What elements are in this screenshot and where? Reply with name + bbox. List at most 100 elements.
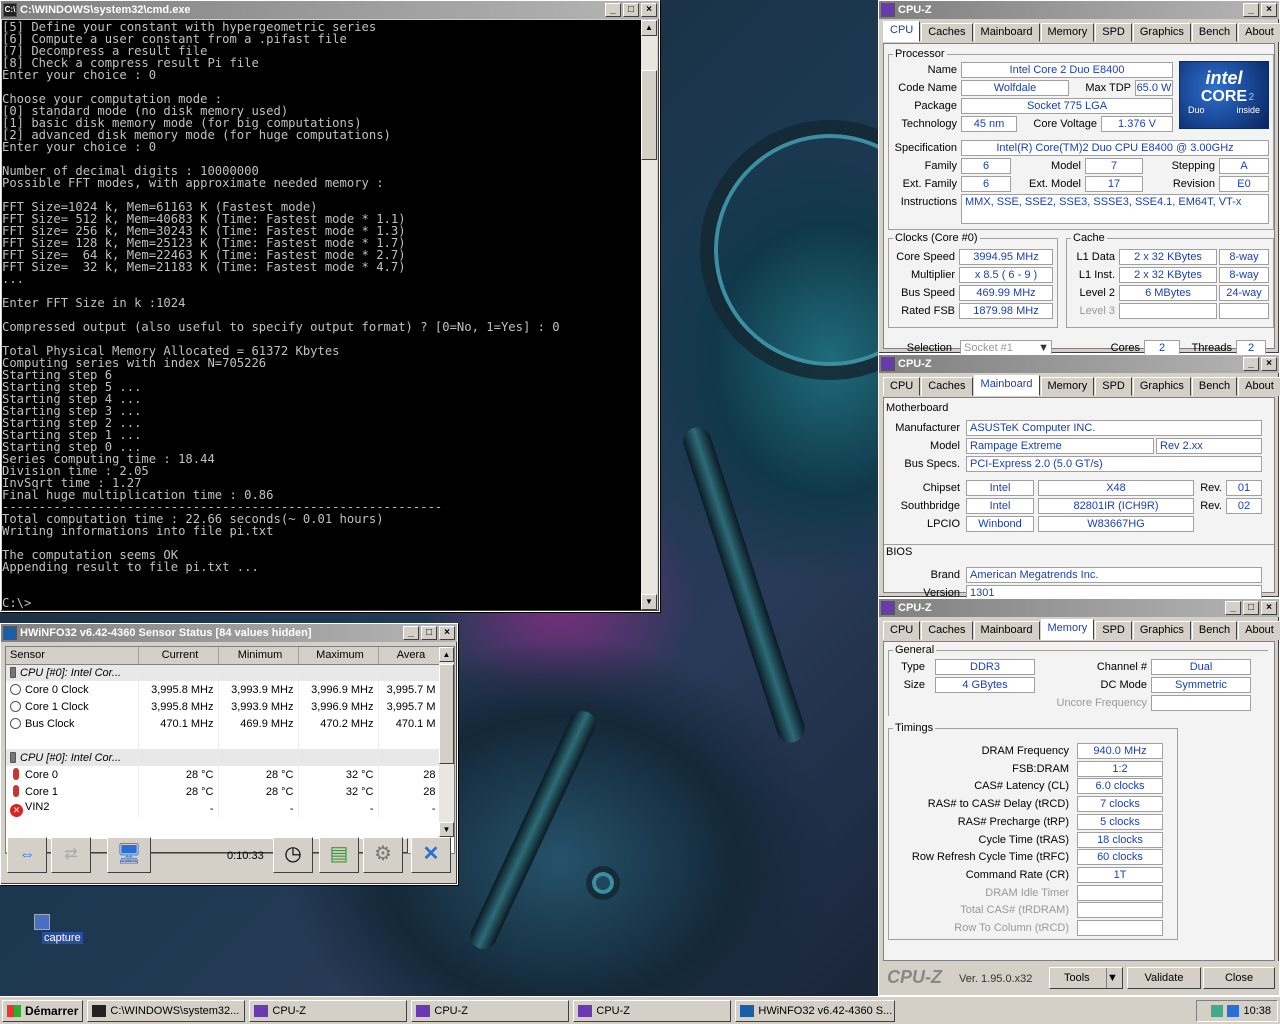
tray-clock[interactable]: 10:38 <box>1243 1005 1271 1017</box>
tab-about[interactable]: About <box>1238 377 1280 396</box>
tab-mainboard[interactable]: Mainboard <box>973 375 1040 396</box>
table-row[interactable]: Core 0 28 °C 28 °C 32 °C 28 <box>6 766 441 783</box>
tab-cpu[interactable]: CPU <box>883 621 921 640</box>
tab-memory[interactable]: Memory <box>1040 23 1095 42</box>
close-button[interactable]: × <box>1261 3 1277 17</box>
field-label: Threads <box>1191 342 1232 354</box>
start-button[interactable]: Démarrer <box>2 999 84 1022</box>
minimize-button[interactable]: _ <box>1243 357 1259 371</box>
column-header[interactable]: Minimum <box>218 647 299 665</box>
minimize-button[interactable]: _ <box>605 3 621 17</box>
tab-bench[interactable]: Bench <box>1191 621 1238 640</box>
log-file-icon[interactable]: ▤ <box>319 837 359 873</box>
scroll-thumb[interactable] <box>641 70 657 160</box>
sensor-table[interactable]: Sensor Current Minimum Maximum Avera CPU [#0… <box>5 646 455 854</box>
tab-spd[interactable]: SPD <box>1095 621 1132 640</box>
tab-spd[interactable]: SPD <box>1095 377 1132 396</box>
tools-button[interactable]: Tools ▼ <box>1049 967 1123 989</box>
close-button[interactable]: × <box>1261 357 1277 371</box>
tab-mainboard[interactable]: Mainboard <box>973 621 1040 640</box>
close-x-icon[interactable]: ✕ <box>411 837 451 873</box>
maximize-button[interactable]: □ <box>623 3 639 17</box>
minimize-button[interactable]: _ <box>1225 601 1241 615</box>
maximize-button[interactable]: □ <box>421 626 437 640</box>
tab-caches[interactable]: Caches <box>921 621 973 640</box>
column-header[interactable]: Maximum <box>298 647 379 665</box>
console-output[interactable]: [5] Define your constant with hypergeome… <box>2 20 642 610</box>
tab-bench[interactable]: Bench <box>1191 23 1238 42</box>
table-row[interactable]: Core 1 28 °C 28 °C 32 °C 28 <box>6 783 441 800</box>
hwinfo-titlebar[interactable]: HWiNFO32 v6.42-4360 Sensor Status [84 va… <box>1 624 457 642</box>
tab-about[interactable]: About <box>1238 621 1280 640</box>
tab-mainboard[interactable]: Mainboard <box>973 23 1040 42</box>
cmd-scrollbar[interactable]: ▲ ▼ <box>641 20 657 610</box>
validate-button[interactable]: Validate <box>1127 967 1201 989</box>
desktop-icon-capture[interactable]: capture <box>18 914 83 944</box>
timing-value: 940.0 MHz <box>1077 743 1163 759</box>
scroll-up-arrow-icon[interactable]: ▲ <box>641 20 657 36</box>
cpuz-memory-window[interactable]: CPU-Z _ □ × CPU Caches Mainboard Memory … <box>878 598 1280 996</box>
table-row[interactable]: ✕ VIN2- - - - <box>6 800 441 817</box>
column-header[interactable]: Sensor <box>6 647 139 665</box>
sensor-vscroll[interactable]: ▲ ▼ <box>439 647 454 837</box>
windows-logo-icon <box>7 1004 21 1017</box>
cmd-window[interactable]: C:\ C:\WINDOWS\system32\cmd.exe _ □ × [5… <box>0 0 660 612</box>
taskbar-item-cpuz[interactable]: CPU-Z <box>573 999 732 1022</box>
hwinfo-tray-icon[interactable] <box>1227 1005 1240 1017</box>
table-row[interactable]: Bus Clock 470.1 MHz 469.9 MHz 470.2 MHz 470.… <box>6 715 441 732</box>
taskbar-item-hwinfo[interactable]: HWiNFO32 v6.42-4360 S... <box>735 999 896 1022</box>
tab-graphics[interactable]: Graphics <box>1132 23 1191 42</box>
monitor-icon[interactable]: 🖥 <box>107 837 151 873</box>
cpuz-titlebar[interactable]: CPU-Z _ × <box>879 1 1279 19</box>
table-row[interactable]: Core 1 Clock 3,995.8 MHz 3,993.9 MHz 3,996.… <box>6 698 441 715</box>
minimize-button[interactable]: _ <box>1243 3 1259 17</box>
tab-graphics[interactable]: Graphics <box>1132 377 1191 396</box>
sensor-name: Core 1 <box>25 786 59 798</box>
tab-cpu[interactable]: CPU <box>883 21 921 42</box>
cpuz-titlebar[interactable]: CPU-Z _ □ × <box>879 599 1279 617</box>
column-header[interactable]: Current <box>138 647 219 665</box>
tab-bench[interactable]: Bench <box>1191 377 1238 396</box>
cpuz-titlebar[interactable]: CPU-Z _ × <box>879 355 1279 373</box>
sensor-group-row[interactable]: CPU [#0]: Intel Cor... <box>6 664 441 681</box>
close-button[interactable]: Close <box>1203 967 1275 989</box>
taskbar-item-cpuz[interactable]: CPU-Z <box>411 999 570 1022</box>
clock-icon[interactable]: ◷ <box>273 837 313 873</box>
table-row[interactable]: Core 0 Clock 3,995.8 MHz 3,993.9 MHz 3,996.… <box>6 681 441 698</box>
cpuz-cpu-window[interactable]: CPU-Z _ × CPU Caches Mainboard Memory SP… <box>878 0 1280 356</box>
hwinfo-window[interactable]: HWiNFO32 v6.42-4360 Sensor Status [84 va… <box>0 623 458 885</box>
tab-caches[interactable]: Caches <box>921 377 973 396</box>
package: Socket 775 LGA <box>961 98 1173 114</box>
taskbar-item-cpuz[interactable]: CPU-Z <box>249 999 408 1022</box>
scroll-up-arrow-icon[interactable]: ▲ <box>439 647 454 662</box>
close-button[interactable]: × <box>641 3 657 17</box>
cmd-titlebar[interactable]: C:\ C:\WINDOWS\system32\cmd.exe _ □ × <box>1 1 659 19</box>
specification: Intel(R) Core(TM)2 Duo CPU E8400 @ 3.00G… <box>961 140 1269 156</box>
sensor-group-row[interactable]: CPU [#0]: Intel Cor... <box>6 749 441 766</box>
tab-about[interactable]: About <box>1238 23 1280 42</box>
tab-memory[interactable]: Memory <box>1040 619 1095 640</box>
sensor-average-cell: - <box>378 800 441 817</box>
tab-spd[interactable]: SPD <box>1095 23 1132 42</box>
thermometer-icon <box>13 785 19 797</box>
taskbar-item-cmd[interactable]: C:\WINDOWS\system32... <box>87 999 246 1022</box>
maximize-button[interactable]: □ <box>1243 601 1259 615</box>
network-tray-icon[interactable] <box>1211 1005 1224 1017</box>
column-header[interactable]: Avera <box>378 647 441 665</box>
network-icon[interactable]: ⇄ <box>51 837 91 873</box>
tab-graphics[interactable]: Graphics <box>1132 621 1191 640</box>
close-button[interactable]: × <box>439 626 455 640</box>
tab-caches[interactable]: Caches <box>921 23 973 42</box>
table-row[interactable] <box>6 732 441 749</box>
tab-memory[interactable]: Memory <box>1040 377 1095 396</box>
tab-cpu[interactable]: CPU <box>883 377 921 396</box>
scroll-thumb[interactable] <box>439 664 454 764</box>
scroll-down-arrow-icon[interactable]: ▼ <box>641 594 657 610</box>
scroll-down-arrow-icon[interactable]: ▼ <box>439 822 454 837</box>
navigate-arrows-icon[interactable]: ⇔ <box>7 837 47 873</box>
close-button[interactable]: × <box>1261 601 1277 615</box>
timing-label: FSB:DRAM <box>1012 762 1069 775</box>
cpuz-mainboard-window[interactable]: CPU-Z _ × CPU Caches Mainboard Memory SP… <box>878 354 1280 601</box>
minimize-button[interactable]: _ <box>403 626 419 640</box>
settings-gear-icon[interactable]: ⚙ <box>363 837 403 873</box>
